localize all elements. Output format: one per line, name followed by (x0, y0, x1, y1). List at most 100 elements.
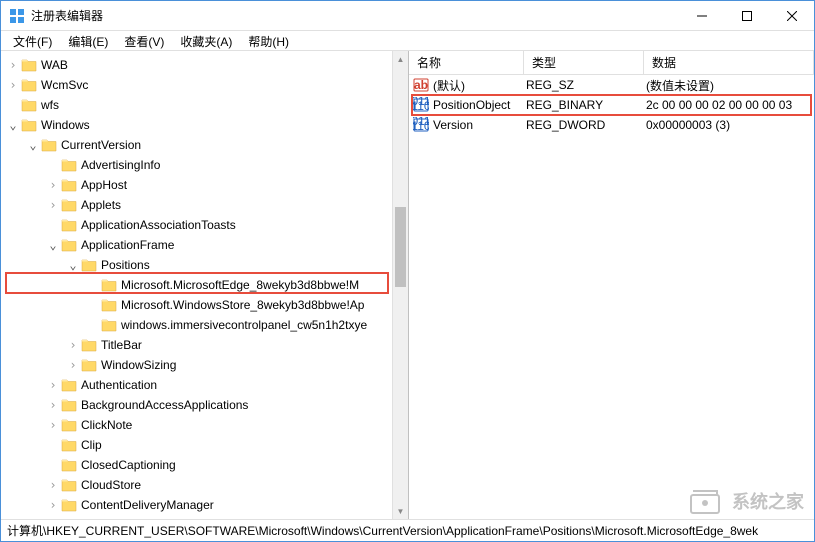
expander-closed-icon[interactable]: › (45, 417, 61, 433)
tree-node[interactable]: Microsoft.WindowsStore_8wekyb3d8bbwe!Ap (1, 295, 408, 315)
list-header: 名称 类型 数据 (409, 51, 814, 75)
value-data: 0x00000003 (3) (646, 118, 814, 132)
tree-label: Microsoft.WindowsStore_8wekyb3d8bbwe!Ap (121, 298, 364, 312)
tree-label: Windows (41, 118, 90, 132)
expander-closed-icon[interactable]: › (65, 337, 81, 353)
tree-node[interactable]: Clip (1, 435, 408, 455)
tree-label: CloudStore (81, 478, 141, 492)
tree-label: WindowSizing (101, 358, 176, 372)
tree-panel: ›WAB›WcmSvcwfs⌄Windows⌄CurrentVersionAdv… (1, 51, 409, 519)
tree-node[interactable]: › Applets (1, 195, 408, 215)
tree-node[interactable]: › AppHost (1, 175, 408, 195)
tree-node[interactable]: ⌄ CurrentVersion (1, 135, 408, 155)
expander-closed-icon[interactable]: › (5, 77, 21, 93)
menubar: 文件(F) 编辑(E) 查看(V) 收藏夹(A) 帮助(H) (1, 31, 814, 51)
close-button[interactable] (769, 1, 814, 31)
expander-closed-icon[interactable]: › (45, 477, 61, 493)
tree-node[interactable]: › WindowSizing (1, 355, 408, 375)
svg-text:110: 110 (413, 99, 429, 113)
tree-label: ClickNote (81, 418, 132, 432)
window-controls (679, 1, 814, 31)
tree-label: AdvertisingInfo (81, 158, 160, 172)
tree-label: ApplicationFrame (81, 238, 174, 252)
menu-view[interactable]: 查看(V) (116, 31, 172, 50)
menu-file[interactable]: 文件(F) (5, 31, 60, 50)
tree-node[interactable]: › Authentication (1, 375, 408, 395)
scroll-thumb[interactable] (395, 207, 406, 287)
svg-text:110: 110 (413, 119, 429, 133)
values-list[interactable]: ab(默认)REG_SZ(数值未设置)011110PositionObjectR… (409, 75, 814, 135)
col-header-name[interactable]: 名称 (409, 51, 524, 74)
minimize-button[interactable] (679, 1, 724, 31)
tree-label: windows.immersivecontrolpanel_cw5n1h2txy… (121, 318, 367, 332)
tree-node[interactable]: › WcmSvc (1, 75, 408, 95)
tree-node[interactable]: ClosedCaptioning (1, 455, 408, 475)
value-name: PositionObject (433, 98, 526, 112)
list-row[interactable]: 011110VersionREG_DWORD0x00000003 (3) (409, 115, 814, 135)
value-data: (数值未设置) (646, 77, 814, 94)
value-data: 2c 00 00 00 02 00 00 00 03 (646, 98, 814, 112)
expander-open-icon[interactable]: ⌄ (45, 237, 61, 253)
tree-node[interactable]: › ClickNote (1, 415, 408, 435)
tree-node[interactable]: ⌄ Positions (1, 255, 408, 275)
registry-tree[interactable]: ›WAB›WcmSvcwfs⌄Windows⌄CurrentVersionAdv… (1, 53, 408, 517)
col-header-type[interactable]: 类型 (524, 51, 644, 74)
col-header-data[interactable]: 数据 (644, 51, 814, 74)
expander-closed-icon[interactable]: › (5, 57, 21, 73)
tree-label: CurrentVersion (61, 138, 141, 152)
list-row[interactable]: 011110PositionObjectREG_BINARY2c 00 00 0… (409, 95, 814, 115)
svg-text:ab: ab (414, 78, 428, 92)
menu-edit[interactable]: 编辑(E) (60, 31, 116, 50)
scroll-up-icon[interactable]: ▲ (393, 51, 408, 67)
expander-closed-icon[interactable]: › (45, 497, 61, 513)
tree-label: Applets (81, 198, 121, 212)
expander-closed-icon[interactable]: › (45, 177, 61, 193)
list-row[interactable]: ab(默认)REG_SZ(数值未设置) (409, 75, 814, 95)
value-name: (默认) (433, 77, 526, 94)
value-type: REG_BINARY (526, 98, 646, 112)
minimize-icon (697, 11, 707, 21)
tree-scrollbar[interactable]: ▲ ▼ (392, 51, 408, 519)
tree-node[interactable]: › BackgroundAccessApplications (1, 395, 408, 415)
tree-node[interactable]: wfs (1, 95, 408, 115)
expander-open-icon[interactable]: ⌄ (5, 117, 21, 133)
tree-label: WcmSvc (41, 78, 88, 92)
value-name: Version (433, 118, 526, 132)
tree-node[interactable]: › ContentDeliveryManager (1, 495, 408, 515)
menu-favorites[interactable]: 收藏夹(A) (172, 31, 240, 50)
tree-label: WAB (41, 58, 68, 72)
tree-node[interactable]: › CloudStore (1, 475, 408, 495)
tree-node[interactable]: windows.immersivecontrolpanel_cw5n1h2txy… (1, 315, 408, 335)
tree-label: ContentDeliveryManager (81, 498, 214, 512)
tree-node[interactable]: › TitleBar (1, 335, 408, 355)
expander-closed-icon[interactable]: › (65, 357, 81, 373)
tree-node[interactable]: ApplicationAssociationToasts (1, 215, 408, 235)
tree-node[interactable]: Microsoft.MicrosoftEdge_8wekyb3d8bbwe!M (1, 275, 408, 295)
expander-open-icon[interactable]: ⌄ (25, 137, 41, 153)
tree-label: ClosedCaptioning (81, 458, 176, 472)
menu-help[interactable]: 帮助(H) (240, 31, 297, 50)
tree-node[interactable]: ⌄ ApplicationFrame (1, 235, 408, 255)
tree-node[interactable]: › WAB (1, 55, 408, 75)
maximize-button[interactable] (724, 1, 769, 31)
expander-closed-icon[interactable]: › (45, 377, 61, 393)
expander-closed-icon[interactable]: › (45, 397, 61, 413)
tree-label: wfs (41, 98, 59, 112)
tree-label: Clip (81, 438, 102, 452)
values-panel: 名称 类型 数据 ab(默认)REG_SZ(数值未设置)011110Positi… (409, 51, 814, 519)
expander-open-icon[interactable]: ⌄ (65, 257, 81, 273)
titlebar: 注册表编辑器 (1, 1, 814, 31)
tree-label: Positions (101, 258, 150, 272)
tree-node[interactable]: ⌄ Windows (1, 115, 408, 135)
tree-label: BackgroundAccessApplications (81, 398, 248, 412)
tree-label: AppHost (81, 178, 127, 192)
tree-node[interactable]: AdvertisingInfo (1, 155, 408, 175)
expander-closed-icon[interactable]: › (45, 197, 61, 213)
value-type: REG_DWORD (526, 118, 646, 132)
status-path: 计算机\HKEY_CURRENT_USER\SOFTWARE\Microsoft… (7, 522, 758, 539)
tree-label: Authentication (81, 378, 157, 392)
scroll-down-icon[interactable]: ▼ (393, 503, 408, 519)
tree-label: TitleBar (101, 338, 142, 352)
maximize-icon (742, 11, 752, 21)
app-icon (9, 8, 25, 24)
